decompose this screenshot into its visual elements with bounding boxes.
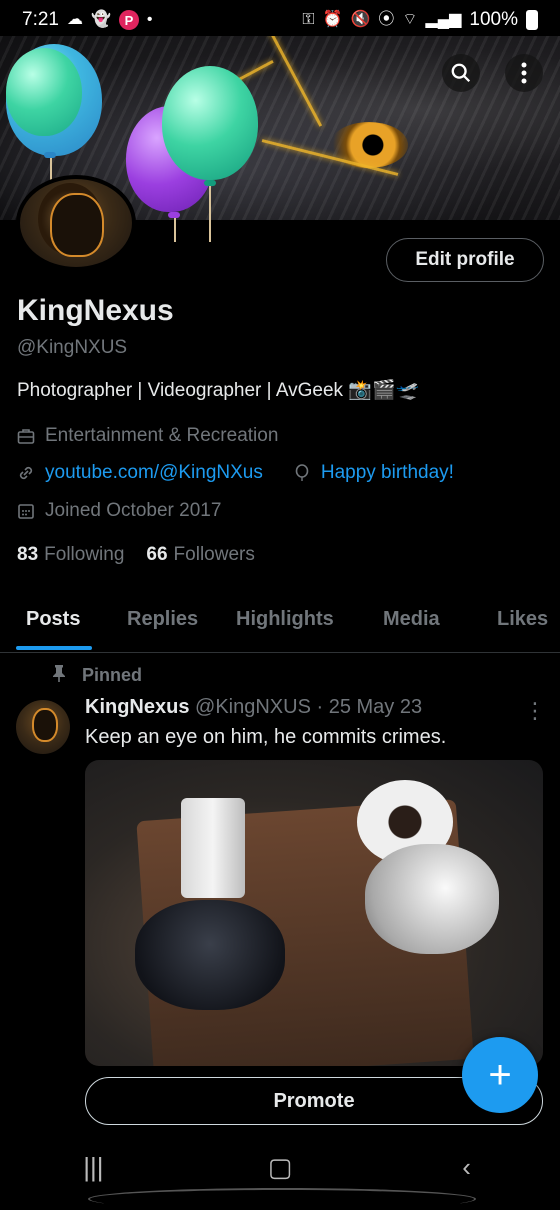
links-row: youtube.com/@KingNXus Happy birthday!: [17, 462, 454, 484]
signal-icon: ▂▄▆: [425, 11, 462, 28]
balloon-green-icon: [6, 48, 82, 136]
profile-name: KingNexus: [17, 294, 174, 327]
following-count: 83: [17, 544, 39, 565]
image-plush-toy: [135, 900, 285, 1010]
post-more-icon[interactable]: ⋮: [524, 698, 546, 724]
pin-icon: [52, 664, 66, 687]
p-badge-icon: P: [118, 10, 139, 30]
joined-row: Joined October 2017: [17, 500, 221, 522]
balloon-teal-icon: [162, 66, 258, 180]
active-tab-indicator: [16, 646, 92, 650]
image-cup: [181, 798, 245, 898]
edit-profile-button[interactable]: Edit profile: [386, 238, 544, 282]
location-icon: ⦿: [378, 11, 395, 28]
wifi-icon: ⌔: [402, 11, 418, 28]
more-options-button[interactable]: [505, 54, 543, 92]
category-row: Entertainment & Recreation: [17, 425, 278, 447]
battery-icon: [526, 10, 538, 30]
profile-handle: @KingNXUS: [17, 337, 128, 358]
joined-date: Joined October 2017: [45, 500, 222, 521]
tab-highlights[interactable]: Highlights: [236, 608, 334, 631]
post-author-avatar[interactable]: [16, 700, 70, 754]
cloud-icon: ☁: [66, 11, 83, 28]
tab-posts[interactable]: Posts: [26, 608, 80, 631]
post-meta: @KingNXUS · 25 May 23: [195, 696, 423, 718]
followers-count: 66: [146, 544, 168, 565]
snapchat-icon: 👻: [90, 11, 111, 28]
follow-stats: 83 Following 66 Followers: [17, 544, 255, 566]
compose-post-button[interactable]: +: [462, 1037, 538, 1113]
home-icon[interactable]: ▢: [250, 1152, 310, 1183]
alarm-icon: ⏰: [322, 11, 343, 28]
profile-category: Entertainment & Recreation: [45, 425, 279, 446]
balloon-string: [209, 186, 211, 242]
post-header: KingNexus @KingNXUS · 25 May 23: [85, 696, 422, 719]
key-icon: ⚿: [302, 11, 315, 28]
tab-replies[interactable]: Replies: [127, 608, 198, 631]
status-bar: 7:21 ☁ 👻 P • ⚿ ⏰ 🔇 ⦿ ⌔ ▂▄▆ 100%: [0, 0, 560, 40]
link-icon: [17, 464, 35, 482]
status-time: 7:21: [22, 9, 59, 30]
briefcase-icon: [17, 427, 35, 445]
image-foil-roll: [365, 844, 499, 954]
balloon-string: [174, 218, 176, 242]
calendar-icon: [17, 502, 35, 520]
following-label: Following: [44, 544, 125, 565]
screen-edge: [88, 1188, 476, 1210]
avatar-lion-head: [32, 708, 58, 742]
dot-icon: •: [146, 11, 153, 28]
followers-label: Followers: [173, 544, 255, 565]
pinned-label: Pinned: [82, 665, 143, 685]
battery-text: 100%: [469, 9, 518, 30]
avatar[interactable]: [16, 175, 136, 271]
birthday-text[interactable]: Happy birthday!: [321, 462, 454, 484]
plus-icon: +: [488, 1052, 512, 1097]
post-author-name[interactable]: KingNexus: [85, 696, 189, 718]
tab-media[interactable]: Media: [383, 608, 440, 631]
recent-apps-icon[interactable]: |||: [63, 1152, 123, 1183]
tab-likes[interactable]: Likes: [497, 608, 548, 631]
post-text: Keep an eye on him, he commits crimes.: [85, 726, 447, 748]
back-icon[interactable]: ‹: [437, 1152, 497, 1183]
following-link[interactable]: 83 Following: [17, 544, 124, 566]
post-image[interactable]: [85, 760, 543, 1066]
followers-link[interactable]: 66 Followers: [146, 544, 254, 566]
birthday-balloon-icon: [293, 464, 311, 482]
more-vertical-icon: [521, 62, 527, 84]
avatar-lion-head: [50, 193, 104, 257]
search-button[interactable]: [442, 54, 480, 92]
profile-link[interactable]: youtube.com/@KingNXus: [45, 462, 263, 484]
search-icon: [451, 63, 471, 83]
pinned-label-row: Pinned: [52, 664, 142, 687]
profile-bio: Photographer | Videographer | AvGeek 📸🎬🛫: [17, 380, 420, 401]
mute-icon: 🔇: [350, 11, 371, 28]
